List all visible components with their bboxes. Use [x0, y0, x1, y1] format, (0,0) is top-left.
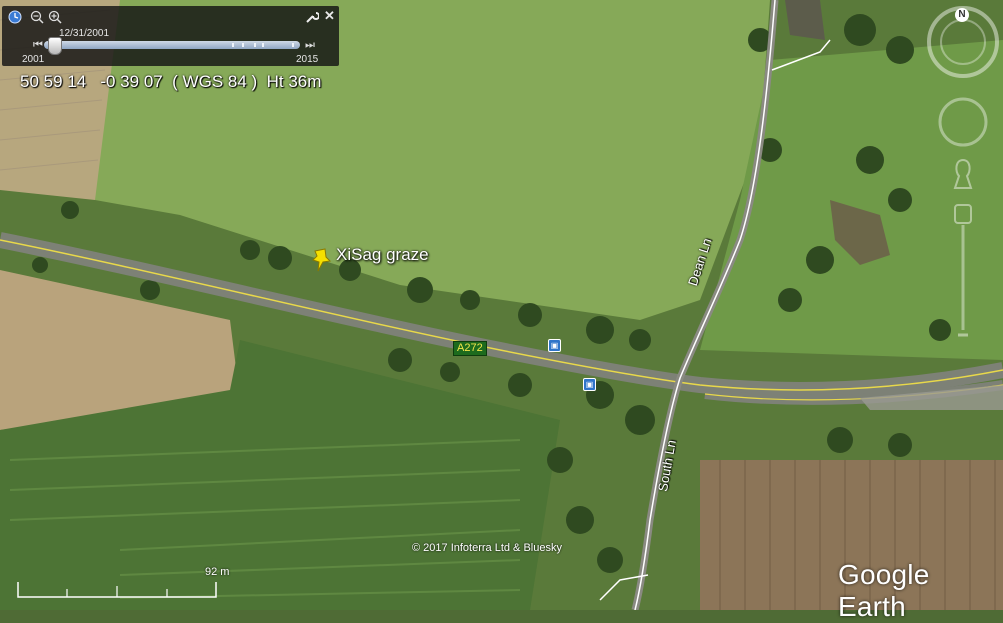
placemark-label[interactable]: XiSag graze: [336, 245, 429, 265]
placemark-pushpin-icon[interactable]: [309, 247, 333, 273]
imagery-attribution: © 2017 Infoterra Ltd & Bluesky: [412, 542, 562, 554]
current-date-label: 12/31/2001: [59, 28, 110, 39]
scale-bar: [17, 582, 217, 598]
move-joystick-icon[interactable]: [953, 158, 973, 189]
look-joystick-icon[interactable]: [938, 97, 988, 147]
time-slider-thumb[interactable]: [48, 37, 62, 55]
navigation-controls: [927, 6, 999, 337]
north-indicator[interactable]: N: [955, 8, 969, 22]
slider-tick: [232, 43, 234, 47]
zoom-out-icon[interactable]: [30, 10, 44, 27]
zoom-in-icon[interactable]: [48, 10, 62, 27]
close-icon[interactable]: ✕: [324, 9, 335, 23]
bus-stop-icon[interactable]: ▣: [583, 378, 596, 391]
time-slider-panel: ✕ 12/31/2001 ⏮ ⏭ 2001 2015: [2, 6, 339, 66]
bus-stop-icon[interactable]: ▣: [548, 339, 561, 352]
google-earth-logo: Google Earth: [838, 559, 930, 622]
step-forward-icon[interactable]: ⏭: [305, 39, 315, 52]
slider-tick: [262, 43, 264, 47]
zoom-slider-icon[interactable]: [954, 204, 972, 337]
slider-tick: [254, 43, 256, 47]
scale-label: 92 m: [205, 566, 230, 578]
road-label-a272: A272: [453, 341, 487, 356]
wrench-icon[interactable]: [305, 10, 320, 27]
slider-tick: [242, 43, 244, 47]
history-clock-icon[interactable]: [8, 10, 22, 27]
step-back-icon[interactable]: ⏮: [33, 39, 43, 52]
start-year-label: 2001: [22, 54, 45, 65]
end-year-label: 2015: [296, 54, 319, 65]
coordinates-readout: 50 59 14 -0 39 07 ( WGS 84 ) Ht 36m: [20, 72, 322, 91]
slider-tick: [292, 43, 294, 47]
